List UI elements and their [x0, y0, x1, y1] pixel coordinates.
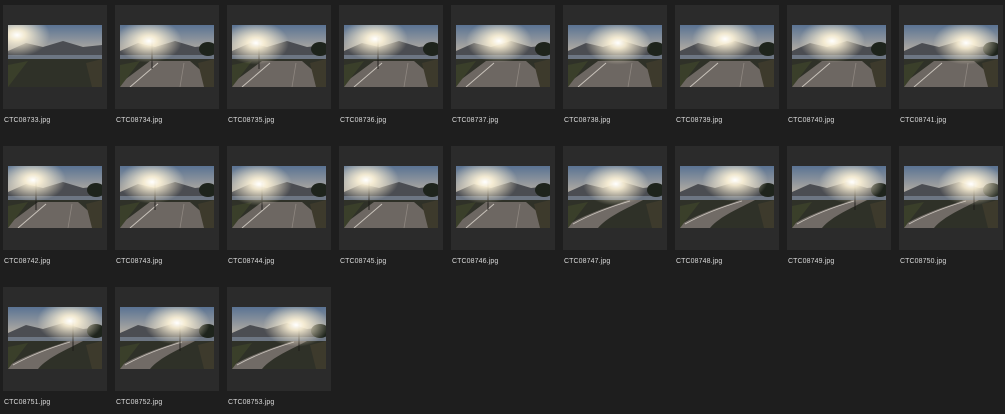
- photo-thumbnail[interactable]: [344, 166, 438, 228]
- file-name-label: CTC08749.jpg: [788, 258, 835, 265]
- photo-thumbnail[interactable]: [344, 25, 438, 87]
- thumbnail-tile[interactable]: [787, 5, 891, 109]
- photo-thumbnail[interactable]: [680, 166, 774, 228]
- file-name-label: CTC08752.jpg: [116, 399, 163, 406]
- thumbnail-tile[interactable]: [115, 5, 219, 109]
- thumbnail-tile[interactable]: [339, 146, 443, 250]
- file-name-label: CTC08736.jpg: [340, 117, 387, 124]
- file-name-label: CTC08750.jpg: [900, 258, 947, 265]
- file-item[interactable]: CTC08739.jpg: [672, 2, 779, 130]
- file-item[interactable]: CTC08743.jpg: [112, 143, 219, 271]
- photo-thumbnail[interactable]: [904, 166, 998, 228]
- file-item[interactable]: CTC08745.jpg: [336, 143, 443, 271]
- file-item[interactable]: CTC08750.jpg: [896, 143, 1003, 271]
- photo-thumbnail[interactable]: [120, 25, 214, 87]
- thumbnail-tile[interactable]: [339, 5, 443, 109]
- photo-thumbnail[interactable]: [232, 307, 326, 369]
- file-item[interactable]: CTC08746.jpg: [448, 143, 555, 271]
- photo-thumbnail[interactable]: [232, 166, 326, 228]
- file-item[interactable]: CTC08744.jpg: [224, 143, 331, 271]
- file-item[interactable]: CTC08747.jpg: [560, 143, 667, 271]
- photo-thumbnail[interactable]: [792, 25, 886, 87]
- photo-thumbnail[interactable]: [568, 166, 662, 228]
- thumbnail-tile[interactable]: [3, 5, 107, 109]
- thumbnail-tile[interactable]: [451, 146, 555, 250]
- file-item[interactable]: CTC08734.jpg: [112, 2, 219, 130]
- file-item[interactable]: CTC08733.jpg: [0, 2, 107, 130]
- photo-thumbnail[interactable]: [8, 166, 102, 228]
- thumbnail-tile[interactable]: [563, 146, 667, 250]
- photo-thumbnail[interactable]: [8, 25, 102, 87]
- file-item[interactable]: CTC08742.jpg: [0, 143, 107, 271]
- thumbnail-tile[interactable]: [227, 146, 331, 250]
- file-name-label: CTC08735.jpg: [228, 117, 275, 124]
- thumbnail-tile[interactable]: [675, 5, 779, 109]
- file-name-label: CTC08739.jpg: [676, 117, 723, 124]
- photo-thumbnail[interactable]: [232, 25, 326, 87]
- file-item[interactable]: CTC08740.jpg: [784, 2, 891, 130]
- file-name-label: CTC08737.jpg: [452, 117, 499, 124]
- file-item[interactable]: CTC08752.jpg: [112, 284, 219, 412]
- file-browser-grid: CTC08733.jpg CTC08734.jpg CTC08735.jpg C…: [0, 0, 1005, 414]
- thumbnail-tile[interactable]: [899, 5, 1003, 109]
- thumbnail-tile[interactable]: [675, 146, 779, 250]
- file-name-label: CTC08747.jpg: [564, 258, 611, 265]
- file-name-label: CTC08740.jpg: [788, 117, 835, 124]
- thumbnail-tile[interactable]: [3, 287, 107, 391]
- file-item[interactable]: CTC08736.jpg: [336, 2, 443, 130]
- photo-thumbnail[interactable]: [680, 25, 774, 87]
- file-name-label: CTC08744.jpg: [228, 258, 275, 265]
- file-name-label: CTC08738.jpg: [564, 117, 611, 124]
- file-item[interactable]: CTC08753.jpg: [224, 284, 331, 412]
- thumbnail-tile[interactable]: [3, 146, 107, 250]
- file-item[interactable]: CTC08738.jpg: [560, 2, 667, 130]
- thumbnail-tile[interactable]: [899, 146, 1003, 250]
- file-name-label: CTC08743.jpg: [116, 258, 163, 265]
- file-item[interactable]: CTC08751.jpg: [0, 284, 107, 412]
- photo-thumbnail[interactable]: [456, 166, 550, 228]
- thumbnail-tile[interactable]: [451, 5, 555, 109]
- photo-thumbnail[interactable]: [568, 25, 662, 87]
- photo-thumbnail[interactable]: [120, 307, 214, 369]
- photo-thumbnail[interactable]: [456, 25, 550, 87]
- file-item[interactable]: CTC08737.jpg: [448, 2, 555, 130]
- thumbnail-tile[interactable]: [787, 146, 891, 250]
- file-name-label: CTC08753.jpg: [228, 399, 275, 406]
- file-name-label: CTC08748.jpg: [676, 258, 723, 265]
- file-item[interactable]: CTC08741.jpg: [896, 2, 1003, 130]
- file-name-label: CTC08742.jpg: [4, 258, 51, 265]
- file-item[interactable]: CTC08748.jpg: [672, 143, 779, 271]
- file-item[interactable]: CTC08749.jpg: [784, 143, 891, 271]
- photo-thumbnail[interactable]: [120, 166, 214, 228]
- thumbnail-tile[interactable]: [115, 146, 219, 250]
- thumbnail-tile[interactable]: [115, 287, 219, 391]
- thumbnail-tile[interactable]: [227, 287, 331, 391]
- file-item[interactable]: CTC08735.jpg: [224, 2, 331, 130]
- photo-thumbnail[interactable]: [904, 25, 998, 87]
- file-name-label: CTC08745.jpg: [340, 258, 387, 265]
- file-name-label: CTC08741.jpg: [900, 117, 947, 124]
- photo-thumbnail[interactable]: [8, 307, 102, 369]
- file-name-label: CTC08751.jpg: [4, 399, 51, 406]
- photo-thumbnail[interactable]: [792, 166, 886, 228]
- file-name-label: CTC08733.jpg: [4, 117, 51, 124]
- file-name-label: CTC08746.jpg: [452, 258, 499, 265]
- thumbnail-tile[interactable]: [563, 5, 667, 109]
- file-name-label: CTC08734.jpg: [116, 117, 163, 124]
- thumbnail-tile[interactable]: [227, 5, 331, 109]
